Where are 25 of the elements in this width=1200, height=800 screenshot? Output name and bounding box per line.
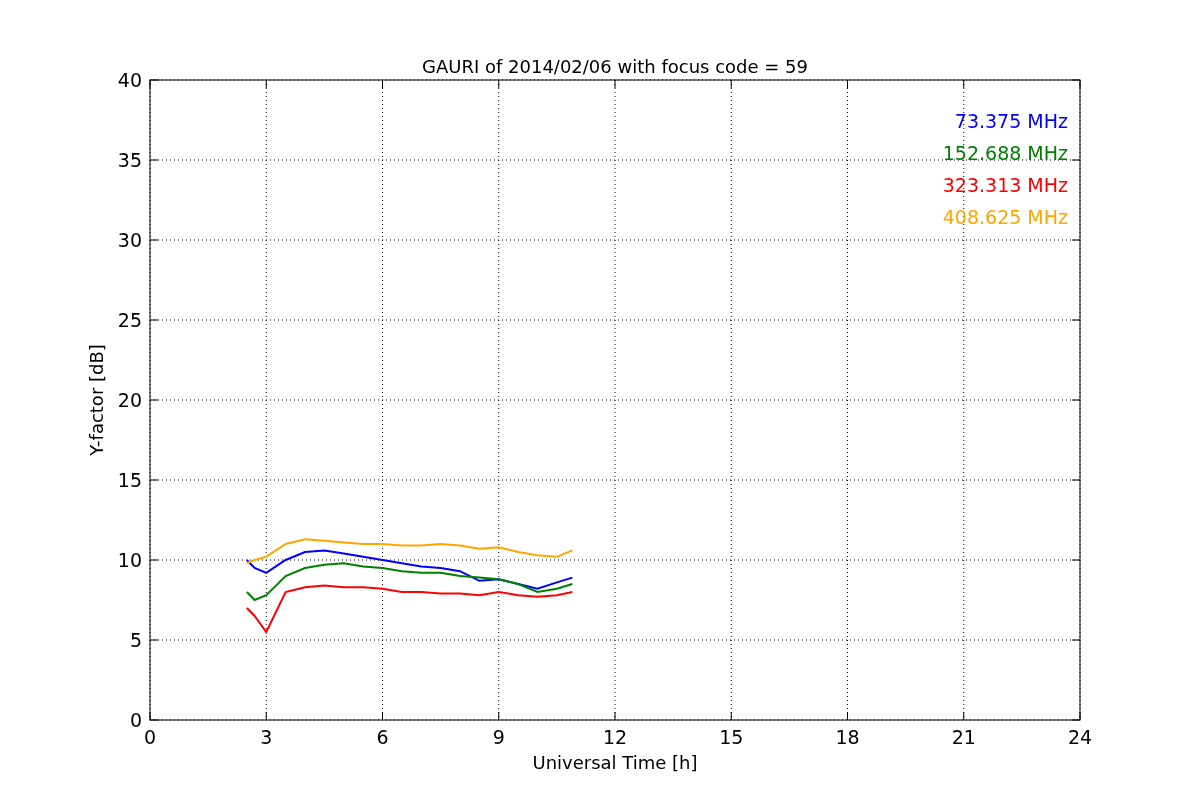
x-tick-label: 18 xyxy=(835,726,860,748)
x-tick-label: 9 xyxy=(492,726,505,748)
x-axis-label: Universal Time [h] xyxy=(532,752,698,773)
x-tick-label: 24 xyxy=(1067,726,1093,748)
x-tick-label: 6 xyxy=(376,726,389,748)
legend-label: 323.313 MHz xyxy=(942,174,1068,196)
y-tick-label: 10 xyxy=(117,549,142,571)
x-tick-label: 12 xyxy=(602,726,628,748)
y-tick-label: 40 xyxy=(117,69,142,91)
y-tick-label: 15 xyxy=(117,469,142,491)
y-axis-label: Y-factor [dB] xyxy=(86,344,107,456)
y-tick-label: 20 xyxy=(117,389,142,411)
y-tick-label: 5 xyxy=(129,629,142,651)
legend-label: 73.375 MHz xyxy=(954,110,1068,132)
x-tick-label: 15 xyxy=(719,726,744,748)
legend-label: 408.625 MHz xyxy=(942,206,1068,228)
y-tick-label: 0 xyxy=(129,709,142,731)
chart-title: GAURI of 2014/02/06 with focus code = 59 xyxy=(422,56,808,77)
y-tick-label: 35 xyxy=(117,149,142,171)
x-tick-label: 0 xyxy=(143,726,157,748)
y-tick-label: 25 xyxy=(117,309,142,331)
y-tick-label: 30 xyxy=(117,229,142,251)
legend-label: 152.688 MHz xyxy=(942,142,1068,164)
x-tick-label: 21 xyxy=(951,726,976,748)
x-tick-label: 3 xyxy=(260,726,273,748)
